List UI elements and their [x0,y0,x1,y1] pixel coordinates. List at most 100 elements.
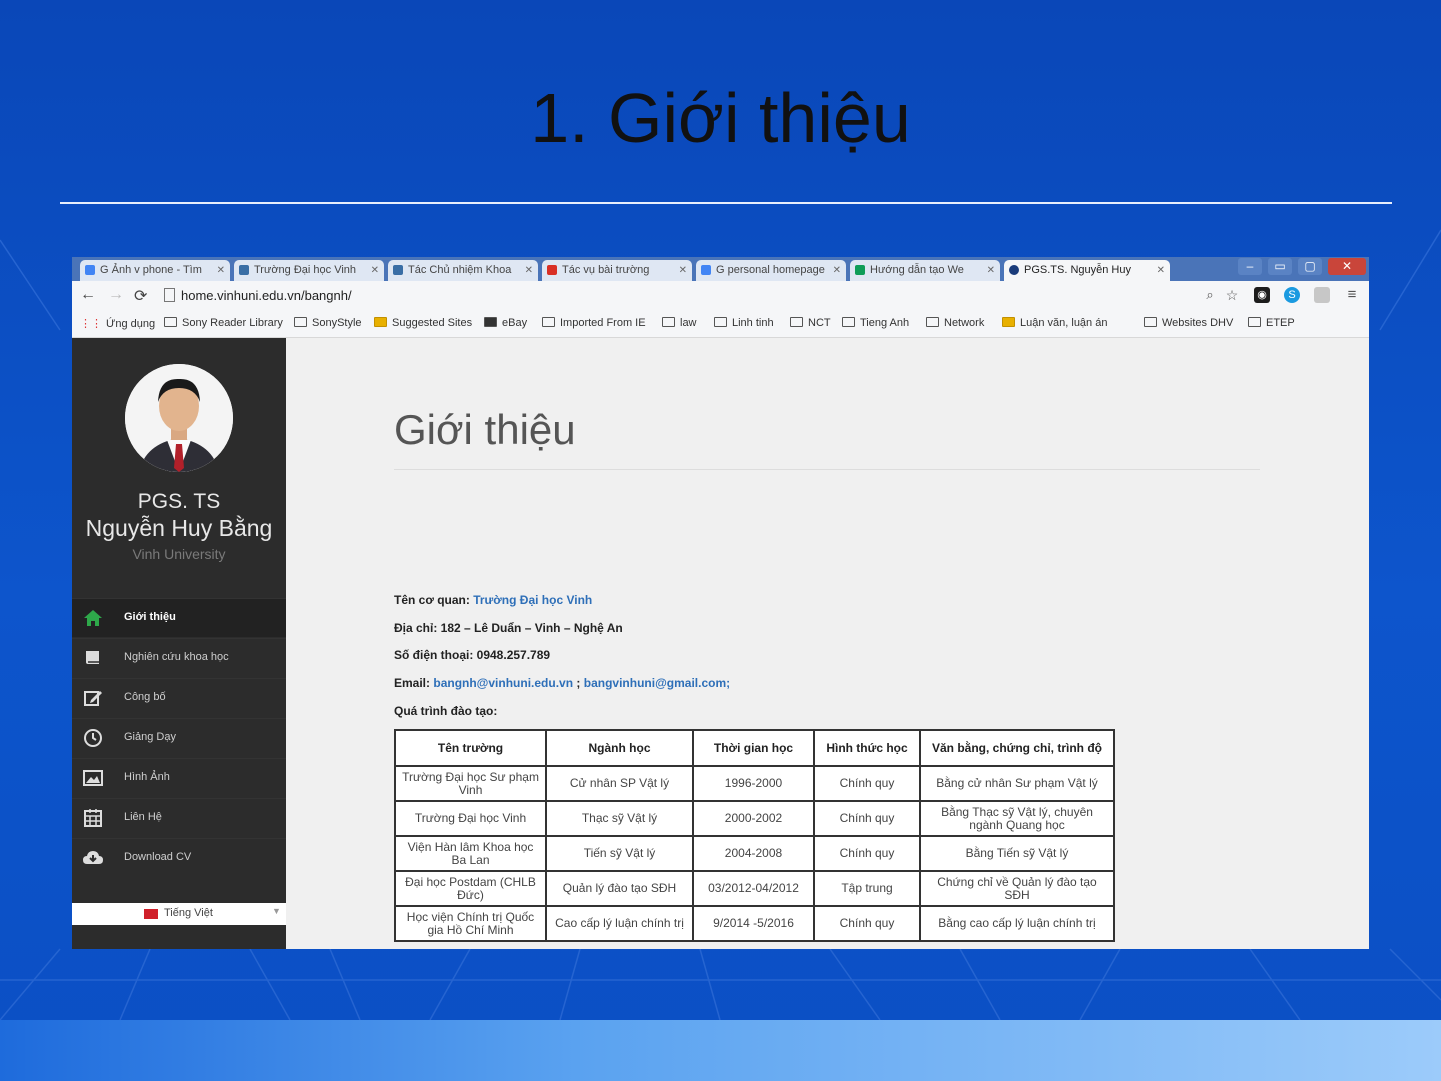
tab-active[interactable]: PGS.TS. Nguyễn Huy ✕ [1004,260,1170,281]
tab-bar: G Ảnh v phone - Tìm ✕ Trường Đại học Vinh… [72,257,1369,281]
column-header: Hình thức học [813,729,921,767]
extension-icon[interactable]: ◉ [1254,287,1270,303]
sidebar-item-giang-day[interactable]: Giảng Dạy [72,718,286,757]
home-icon [84,610,102,626]
bookmark[interactable]: SonyStyle [294,317,362,329]
sidebar-item-hinh-anh[interactable]: Hình Ảnh [72,758,286,797]
close-icon[interactable]: ✕ [371,260,379,281]
zoom-icon[interactable]: ⌕ [1202,287,1218,303]
tab-4[interactable]: Tác vụ bài trường ✕ [542,260,692,281]
skype-icon[interactable]: S [1284,287,1300,303]
bookmark-folder[interactable]: Linh tinh [714,317,774,329]
edit-icon [84,691,102,706]
image-icon [83,770,103,786]
profile-name: Nguyễn Huy Bằng [85,515,273,541]
email-line: Email: bangnh@vinhuni.edu.vn ; bangvinhu… [394,676,731,690]
folder-icon [542,317,555,327]
book-icon [86,651,99,664]
column-header: Văn bằng, chứng chỉ, trình độ [919,729,1115,767]
restore-button[interactable]: ▭ [1268,258,1292,275]
reload-icon[interactable]: ⟳ [134,286,147,306]
maximize-button[interactable]: ▢ [1298,258,1322,275]
education-table: Tên trường Ngành học Thời gian học Hình … [394,729,1115,942]
bookmark-folder[interactable]: Luận văn, luận án [1002,317,1107,329]
bookmark[interactable]: eBay [484,317,527,329]
bookmark-folder[interactable]: ETEP [1248,317,1295,329]
close-icon[interactable]: ✕ [217,260,225,281]
slide-footer-band [0,1020,1441,1081]
flag-icon [144,909,158,919]
table-cell: Bằng Tiến sỹ Vật lý [919,835,1115,872]
bookmark[interactable]: Sony Reader Library [164,317,283,329]
folder-icon [790,317,803,327]
table-cell: Viện Hàn lâm Khoa học Ba Lan [394,835,547,872]
gmail-icon [547,265,557,275]
table-cell: Trường Đại học Vinh [394,800,547,837]
slide-title: 1. Giới thiệu [530,79,911,157]
page-icon [164,288,175,302]
bookmark-icon [374,317,387,327]
table-cell: Cao cấp lý luận chính trị [545,905,694,942]
bookmark-folder[interactable]: Websites DHV [1144,317,1233,329]
url-text: home.vinhuni.edu.vn/bangnh/ [181,288,352,303]
menu-icon[interactable]: ≡ [1344,287,1360,303]
bookmark[interactable]: Suggested Sites [374,317,472,329]
table-cell: Bằng Thạc sỹ Vật lý, chuyên ngành Quang … [919,800,1115,837]
chevron-down-icon: ▼ [272,906,281,916]
tab-1[interactable]: G Ảnh v phone - Tìm ✕ [80,260,230,281]
table-cell: Cử nhân SP Vật lý [545,765,694,802]
table-row: Viện Hàn lâm Khoa học Ba Lan Tiến sỹ Vật… [394,835,1115,872]
org-line: Tên cơ quan: Trường Đại học Vinh [394,593,593,607]
org-link[interactable]: Trường Đại học Vinh [473,593,592,607]
table-cell: 1996-2000 [692,765,815,802]
sidebar-item-cong-bo[interactable]: Công bố [72,678,286,717]
sidebar-item-download-cv[interactable]: Download CV [72,838,286,877]
address-bar[interactable]: home.vinhuni.edu.vn/bangnh/ [158,285,1218,307]
minimize-button[interactable]: – [1238,258,1262,275]
tab-2[interactable]: Trường Đại học Vinh ✕ [234,260,384,281]
site-icon [855,265,865,275]
email-link-1[interactable]: bangnh@vinhuni.edu.vn [433,676,573,690]
table-row: Trường Đại học Vinh Thạc sỹ Vật lý 2000-… [394,800,1115,837]
close-icon[interactable]: ✕ [525,260,533,281]
site-icon [393,265,403,275]
table-cell: Học viện Chính trị Quốc gia Hồ Chí Minh [394,905,547,942]
title-divider [60,202,1392,204]
sidebar-item-nghien-cuu[interactable]: Nghiên cứu khoa học [72,638,286,677]
tab-5[interactable]: G personal homepage ✕ [696,260,846,281]
bookmark-folder[interactable]: Tieng Anh [842,317,909,329]
table-cell: Thạc sỹ Vật lý [545,800,694,837]
tab-3[interactable]: Tác Chủ nhiệm Khoa ✕ [388,260,538,281]
apps-icon: ⋮⋮ [80,318,102,330]
back-icon[interactable]: ← [80,286,96,304]
page-title: Giới thiệu [394,406,576,453]
close-icon[interactable]: ✕ [833,260,841,281]
sidebar-item-gioi-thieu[interactable]: Giới thiệu [72,598,286,637]
close-window-button[interactable]: ✕ [1328,258,1366,275]
close-icon[interactable]: ✕ [1157,260,1165,281]
folder-icon [926,317,939,327]
folder-icon [842,317,855,327]
table-cell: 03/2012-04/2012 [692,870,815,907]
bookmark-apps[interactable]: ⋮⋮ Ứng dụng [80,317,155,330]
close-icon[interactable]: ✕ [987,260,995,281]
bookmark-folder[interactable]: Network [926,317,984,329]
folder-icon [1144,317,1157,327]
tab-6[interactable]: Hướng dẫn tạo We ✕ [850,260,1000,281]
table-header-row: Tên trường Ngành học Thời gian học Hình … [394,729,1115,767]
cloud-download-icon [83,851,103,864]
extension-icon[interactable] [1314,287,1330,303]
close-icon[interactable]: ✕ [679,260,687,281]
bookmark-folder[interactable]: law [662,317,697,329]
table-cell: Tiến sỹ Vật lý [545,835,694,872]
star-icon[interactable]: ☆ [1224,287,1240,303]
sidebar-item-lien-he[interactable]: Liên Hệ [72,798,286,837]
bookmark-folder[interactable]: NCT [790,317,831,329]
email-link-2[interactable]: bangvinhuni@gmail.com; [584,676,730,690]
forward-icon[interactable]: → [108,286,124,304]
column-header: Tên trường [394,729,547,767]
language-selector[interactable]: Tiếng Việt ▼ [72,903,286,925]
table-cell: Quản lý đào tạo SĐH [545,870,694,907]
table-cell: Tập trung [813,870,921,907]
bookmark-folder[interactable]: Imported From IE [542,317,646,329]
